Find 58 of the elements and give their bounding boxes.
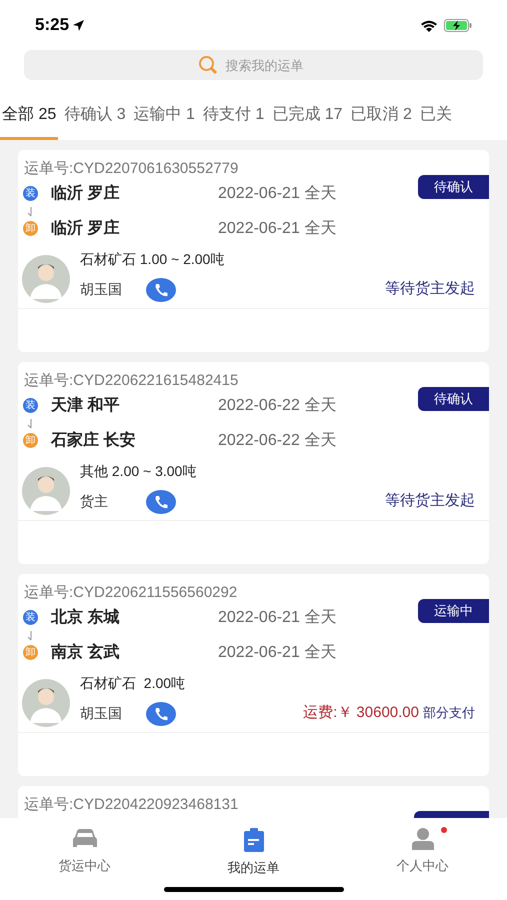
goods-info: 石材矿石 1.00 ~ 2.00吨: [80, 250, 226, 268]
order-number: 运单号:CYD2206211556560292: [23, 583, 238, 603]
freight-fee: 运费:￥ 30600.00: [303, 703, 419, 724]
search-icon: [198, 55, 218, 75]
filter-tab[interactable]: 已完成 17: [270, 103, 345, 140]
phone-icon[interactable]: [146, 278, 176, 302]
unload-date: 2022-06-21 全天: [218, 642, 336, 662]
filter-tab[interactable]: 运输中 1: [132, 103, 197, 140]
contact-name: 胡玉国: [79, 704, 123, 723]
unload-city: 石家庄 长安: [51, 430, 136, 450]
location-arrow-icon: [73, 20, 84, 30]
route-mark: 卸: [23, 645, 38, 660]
filter-tab[interactable]: 待确认 3: [62, 103, 128, 140]
order-number: 运单号:CYD2206221615482415: [23, 371, 238, 391]
payment-status: 部分支付: [423, 704, 475, 722]
contact-name: 胡玉国: [79, 280, 123, 299]
filter-tab[interactable]: 已关: [418, 103, 454, 140]
load-city: 临沂 罗庄: [51, 183, 120, 204]
goods-info: 石材矿石 2.00吨: [80, 674, 186, 692]
status-badge: 待确认: [418, 387, 489, 411]
contact-name: 货主: [79, 492, 109, 511]
search-field[interactable]: 搜索我的运单: [24, 50, 483, 80]
filter-tab[interactable]: 已取消 2: [348, 103, 414, 140]
order-number: 运单号:CYD2207061630552779: [23, 159, 238, 179]
order-status: 等待货主发起: [385, 491, 475, 512]
avatar: [22, 466, 70, 514]
wifi-icon: [420, 18, 438, 32]
unload-date: 2022-06-21 全天: [218, 218, 336, 238]
load-city: 天津 和平: [51, 396, 120, 416]
filter-tab[interactable]: 待支付 1: [200, 103, 266, 140]
avatar: [22, 254, 70, 302]
status-time: 5:25: [35, 14, 70, 36]
load-city: 北京 东城: [51, 607, 120, 628]
unload-date: 2022-06-22 全天: [218, 430, 336, 450]
car-icon: [72, 828, 98, 850]
person-icon: [410, 828, 434, 850]
tab-bar-item[interactable]: 个人中心: [338, 818, 507, 900]
phone-icon[interactable]: [146, 702, 176, 726]
clipboard-icon: [242, 828, 264, 852]
load-date: 2022-06-21 全天: [218, 184, 336, 204]
route-mark: 装: [23, 186, 38, 201]
avatar: [22, 678, 70, 726]
order-status: 等待货主发起: [385, 279, 475, 300]
battery-charging-icon: [444, 18, 472, 32]
load-date: 2022-06-21 全天: [218, 608, 336, 628]
route-mark: 装: [23, 398, 38, 413]
tab-bar-item[interactable]: 货运中心: [0, 818, 169, 900]
unload-city: 南京 玄武: [51, 642, 120, 662]
load-date: 2022-06-22 全天: [218, 396, 336, 416]
order-number: 运单号:CYD2204220923468131: [23, 795, 238, 815]
status-badge: 待确认: [418, 175, 489, 199]
phone-icon[interactable]: [146, 490, 176, 514]
unload-city: 临沂 罗庄: [51, 218, 120, 238]
route-mark: 卸: [23, 433, 38, 448]
route-mark: 卸: [23, 221, 38, 236]
goods-info: 其他 2.00 ~ 3.00吨: [80, 462, 198, 480]
status-badge: 运输中: [418, 599, 489, 623]
route-mark: 装: [23, 610, 38, 625]
